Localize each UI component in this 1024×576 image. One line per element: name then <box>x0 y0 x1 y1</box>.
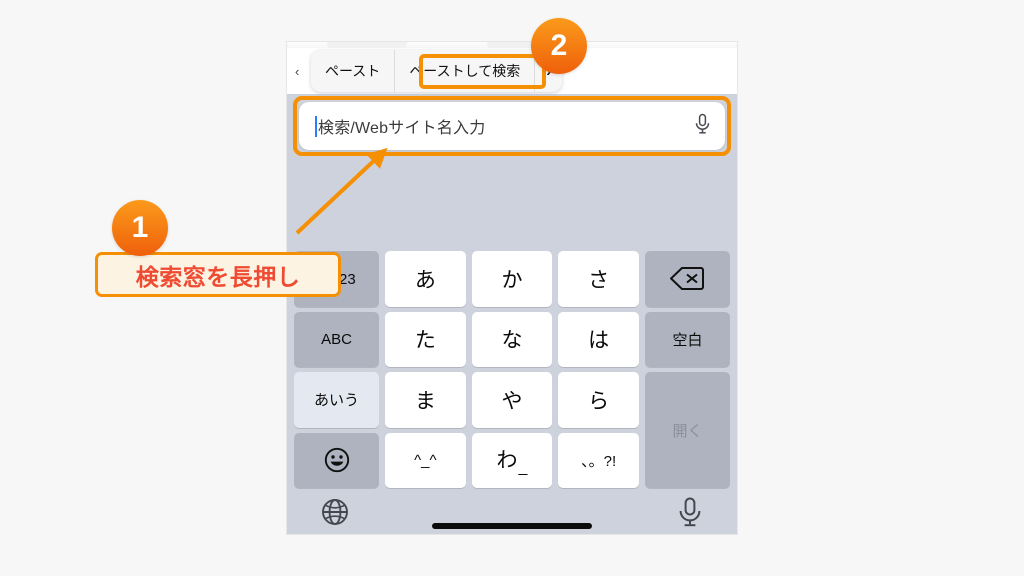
emoji-icon[interactable] <box>294 432 379 488</box>
search-input[interactable]: 検索/Webサイト名入力 <box>299 102 725 150</box>
step-badge-2: 2 <box>531 18 587 74</box>
globe-icon[interactable] <box>320 497 350 532</box>
key-か[interactable]: か <box>471 251 553 307</box>
keyboard-bottom-bar <box>287 492 737 534</box>
screenshot-root: ‹ ペースト ペーストして検索 › 検索/Webサイト名入力 <box>0 0 1024 576</box>
search-placeholder: 検索/Webサイト名入力 <box>318 120 486 137</box>
key-た[interactable]: た <box>385 311 466 367</box>
key-開く[interactable]: 開く <box>644 372 730 488</box>
callout-step-1-text: 検索窓を長押し <box>135 263 301 290</box>
key-wa[interactable]: わ _ <box>471 432 553 488</box>
key-や[interactable]: や <box>471 372 553 428</box>
key-あ[interactable]: あ <box>385 251 466 307</box>
key-ま[interactable]: ま <box>385 372 466 428</box>
key-さ[interactable]: さ <box>558 251 639 307</box>
key-^_^[interactable]: ^_^ <box>385 432 466 488</box>
callout-step-1: 検索窓を長押し <box>95 252 341 297</box>
key-空白[interactable]: 空白 <box>644 311 730 367</box>
menu-item-paste[interactable]: ペースト <box>311 50 396 92</box>
home-indicator <box>432 523 592 529</box>
menu-previous-chevron[interactable]: ‹ <box>295 50 299 92</box>
key-ら[interactable]: ら <box>558 372 639 428</box>
key-ABC[interactable]: ABC <box>294 311 379 367</box>
microphone-icon[interactable] <box>694 113 711 140</box>
key-あいう[interactable]: あいう <box>294 372 379 428</box>
key-は[interactable]: は <box>558 311 639 367</box>
japanese-keyboard[interactable]: ☆123あかさABCたなは空白あいうまやら開く^_^わ_、。?! <box>287 247 737 492</box>
keyboard-grid: ☆123あかさABCたなは空白あいうまやら開く^_^わ_、。?! <box>290 247 734 492</box>
phone-screen: ‹ ペースト ペーストして検索 › 検索/Webサイト名入力 <box>287 42 737 534</box>
text-caret <box>315 115 317 137</box>
context-menu[interactable]: ペースト ペーストして検索 › <box>311 50 563 92</box>
step-badge-1: 1 <box>112 200 168 256</box>
microphone-icon[interactable] <box>677 496 703 533</box>
delete-icon[interactable] <box>644 251 730 307</box>
key-、。?![interactable]: 、。?! <box>558 432 639 488</box>
menu-item-paste-and-search[interactable]: ペーストして検索 <box>395 50 536 92</box>
key-な[interactable]: な <box>471 311 553 367</box>
search-row: 検索/Webサイト名入力 <box>293 96 731 156</box>
